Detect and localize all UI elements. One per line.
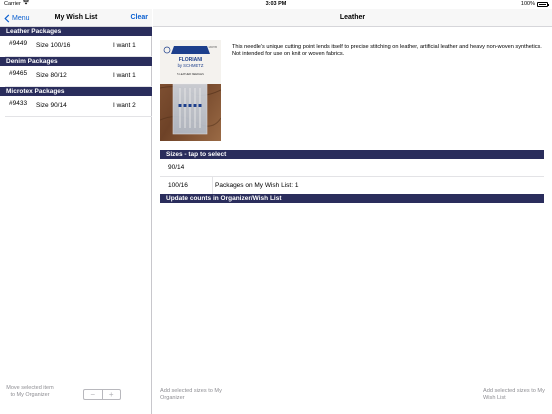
wish-list-pane: Menu My Wish List Clear Leather Packages…: [0, 9, 152, 414]
wish-list-row[interactable]: #9465 Size 80/12 I want 1: [5, 66, 152, 87]
group-header: Leather Packages: [0, 27, 152, 36]
item-want-count: I want 1: [113, 42, 136, 49]
battery-fill: [538, 3, 547, 6]
right-nav-bar: Leather: [153, 9, 552, 27]
status-bar: Carrier 3:03 PM 100%: [0, 0, 552, 9]
product-description: This needle's unique cutting point lends…: [232, 44, 542, 58]
update-counts-header: Update counts in Organizer/Wish List: [160, 194, 544, 203]
group-leather: Leather Packages #9449 Size 100/16 I wan…: [0, 27, 152, 57]
sizes-section-header: Sizes - tap to select: [160, 150, 544, 159]
quantity-stepper[interactable]: − +: [83, 389, 121, 400]
package-code: 130/705: [208, 46, 217, 49]
size-row-100-16[interactable]: 100/16 Packages on My Wish List: 1: [160, 177, 544, 195]
battery-indicator: 100%: [520, 0, 549, 9]
item-size: Size 100/16: [36, 42, 71, 49]
group-microtex: Microtex Packages #9433 Size 90/14 I wan…: [0, 87, 152, 117]
battery-percent: 100%: [520, 1, 535, 7]
detail-title: Leather: [339, 14, 366, 21]
wish-list-title: My Wish List: [54, 14, 98, 21]
left-nav-bar: Menu My Wish List Clear: [0, 9, 152, 27]
size-label: 100/16: [168, 182, 188, 189]
battery-icon: [537, 2, 549, 7]
package-sub-brand: by SCHMETZ: [178, 63, 204, 68]
item-want-count: I want 1: [113, 72, 136, 79]
status-time: 3:03 PM: [265, 1, 287, 7]
add-to-organizer-label: Add selected sizes to My Organizer: [160, 388, 222, 401]
packages-on-wish-list: Packages on My Wish List: 1: [212, 177, 298, 194]
group-denim: Denim Packages #9465 Size 80/12 I want 1: [0, 57, 152, 87]
needle-package-image: FLORIANI by SCHMETZ 5 LEATHER NEEDLES 13…: [160, 40, 221, 141]
left-footer: Move selected item to My Organizer − +: [0, 382, 152, 414]
wish-list-row[interactable]: #9449 Size 100/16 I want 1: [5, 36, 152, 57]
item-number: #9465: [9, 70, 28, 77]
size-label: 90/14: [168, 164, 185, 171]
stepper-minus-button[interactable]: −: [84, 390, 103, 399]
wish-list-row[interactable]: #9433 Size 90/14 I want 2: [5, 96, 152, 117]
stepper-plus-button[interactable]: +: [103, 390, 121, 399]
package-label: 5 LEATHER NEEDLES: [177, 72, 204, 76]
size-row-90-14[interactable]: 90/14: [160, 159, 544, 177]
item-number: #9449: [9, 40, 28, 47]
group-header: Microtex Packages: [0, 87, 152, 96]
detail-pane: Leather FLORIANI by SCHMETZ 5 LEATHER NE…: [153, 9, 552, 414]
product-image: FLORIANI by SCHMETZ 5 LEATHER NEEDLES 13…: [160, 40, 221, 141]
add-to-wish-list-button[interactable]: Add selected sizes to My Wish List: [483, 388, 547, 402]
add-to-wish-list-label: Add selected sizes to My Wish List: [483, 388, 545, 401]
clear-button[interactable]: Clear: [130, 12, 148, 24]
move-to-organizer-label: Move selected item to My Organizer: [6, 385, 54, 398]
item-size: Size 80/12: [36, 72, 67, 79]
add-to-organizer-button[interactable]: Add selected sizes to My Organizer: [160, 388, 224, 402]
item-want-count: I want 2: [113, 102, 136, 109]
item-size: Size 90/14: [36, 102, 67, 109]
item-number: #9433: [9, 100, 28, 107]
group-header: Denim Packages: [0, 57, 152, 66]
